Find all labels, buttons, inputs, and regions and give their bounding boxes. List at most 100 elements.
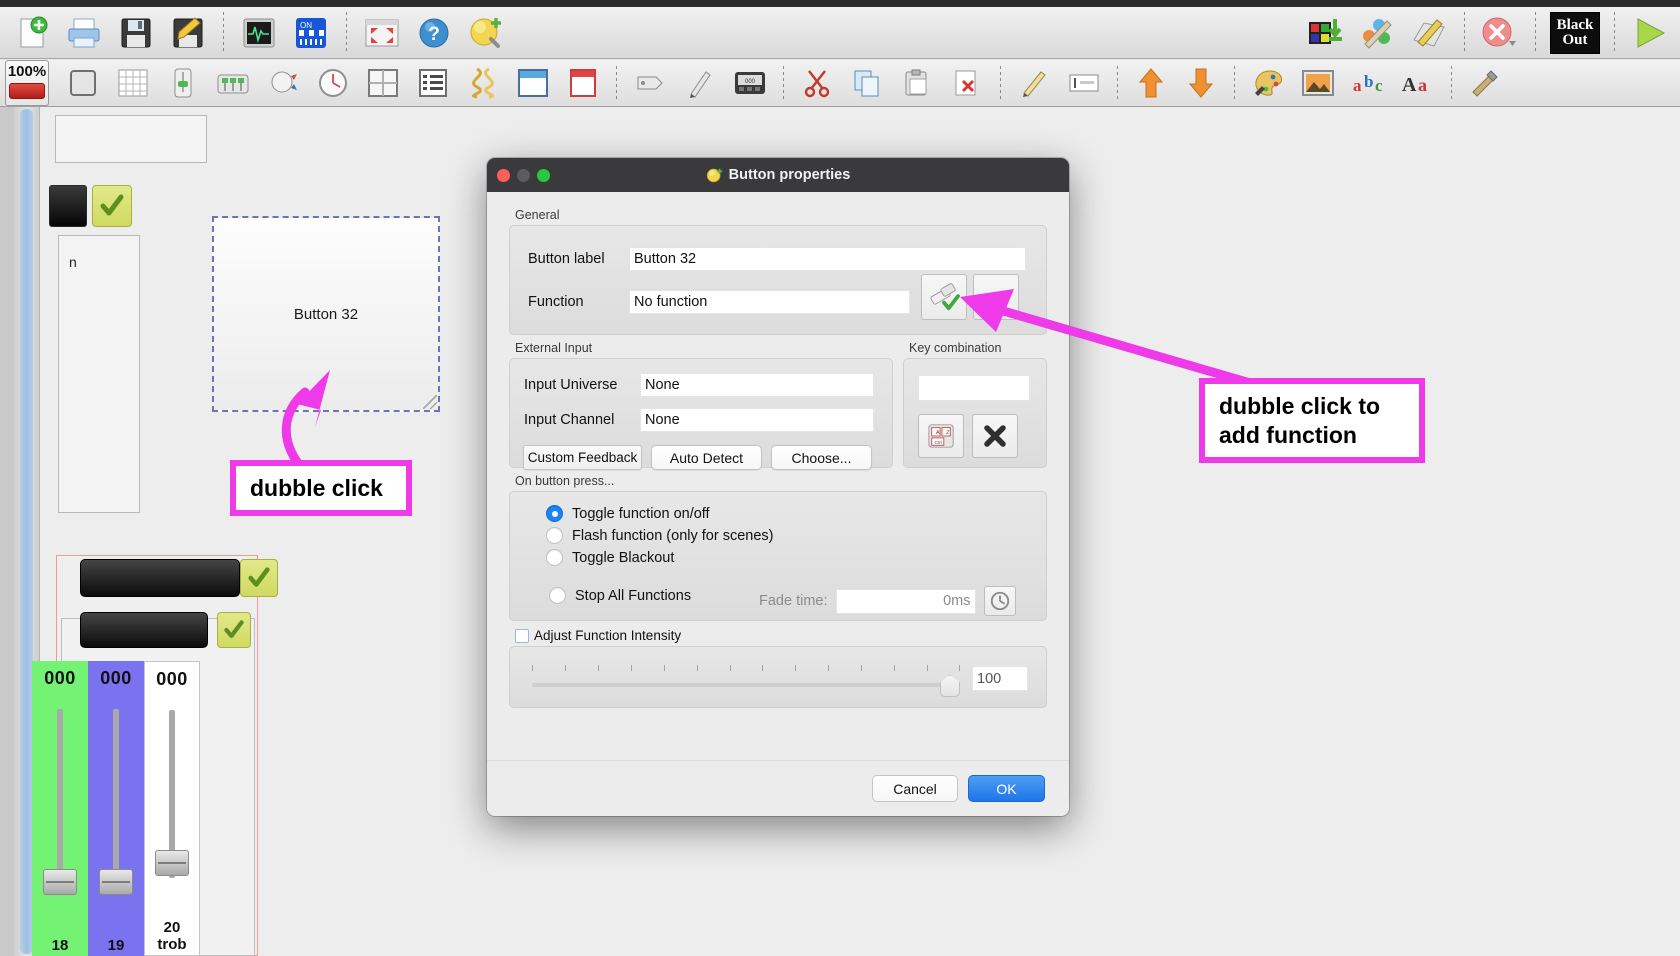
input-universe-select[interactable]: None (640, 373, 874, 397)
remove-icon[interactable] (1477, 11, 1523, 55)
intensity-slider-handle[interactable] (940, 675, 960, 697)
window-controls (497, 158, 550, 192)
paste-icon[interactable] (895, 63, 939, 103)
fader-19-knob[interactable] (99, 869, 133, 895)
list-widget-icon[interactable] (411, 63, 455, 103)
palette-pencil-icon[interactable] (1354, 11, 1400, 55)
button-label-input[interactable]: Button 32 (629, 247, 1026, 271)
tools-icon[interactable] (1463, 63, 1507, 103)
callout-1-text: dubble click (250, 474, 383, 501)
play-button[interactable] (1627, 11, 1673, 55)
dip-switch-icon[interactable]: ON (288, 11, 334, 55)
label-widget-icon[interactable] (628, 63, 672, 103)
resize-grip[interactable] (423, 395, 437, 409)
intensity-slider[interactable] (532, 655, 961, 699)
check-button-c[interactable] (217, 612, 251, 648)
font-icon[interactable]: A a (1396, 63, 1440, 103)
add-function-icon[interactable] (463, 11, 509, 55)
attach-function-icon[interactable] (921, 274, 967, 320)
xypad-widget-icon[interactable]: 000 (728, 63, 772, 103)
window-widget-icon[interactable] (511, 63, 555, 103)
custom-feedback-button[interactable]: Custom Feedback (523, 445, 642, 470)
general-group: Button label Button 32 Function No funct… (509, 225, 1047, 335)
blackout-button[interactable]: Black Out (1548, 11, 1602, 55)
dialog-body: General Button label Button 32 Function … (487, 192, 1069, 708)
toolbar-separator (783, 66, 784, 100)
move-down-icon[interactable] (1179, 63, 1223, 103)
blackout-label-line2: Out (1562, 31, 1588, 48)
foreground-color-icon[interactable]: a b c (1346, 63, 1390, 103)
button-widget-icon[interactable] (61, 63, 105, 103)
edit-document-icon[interactable] (1406, 11, 1452, 55)
adjust-intensity-checkbox[interactable]: Adjust Function Intensity (515, 628, 1047, 643)
slider-widget-icon[interactable] (161, 63, 205, 103)
zoom-level-indicator[interactable]: 100% (5, 60, 49, 106)
button-widget-32[interactable]: Button 32 (212, 216, 440, 412)
fullscreen-icon[interactable] (359, 11, 405, 55)
frame-widget-top[interactable] (55, 115, 207, 163)
import-fixtures-icon[interactable] (1302, 11, 1348, 55)
fader-18[interactable]: 000 18 (32, 661, 88, 956)
svg-text:b: b (1364, 72, 1373, 91)
fader-20[interactable]: 000 20 trob (144, 661, 200, 956)
fader-18-knob[interactable] (43, 869, 77, 895)
detach-function-icon[interactable] (973, 274, 1019, 320)
check-button-a[interactable] (92, 185, 132, 227)
move-up-icon[interactable] (1129, 63, 1173, 103)
save-icon[interactable] (113, 11, 159, 55)
book-widget-icon[interactable] (561, 63, 605, 103)
button-matrix-icon[interactable] (111, 63, 155, 103)
input-channel-select[interactable]: None (640, 408, 874, 432)
clock-widget-icon[interactable] (311, 63, 355, 103)
new-document-icon[interactable] (9, 11, 55, 55)
copy-icon[interactable] (845, 63, 889, 103)
maximize-window-button[interactable] (537, 168, 550, 182)
print-icon[interactable] (61, 11, 107, 55)
knob-widget-icon[interactable] (261, 63, 305, 103)
pen-widget-icon[interactable] (678, 63, 722, 103)
function-input[interactable]: No function (629, 290, 910, 314)
cut-icon[interactable] (795, 63, 839, 103)
auto-detect-button[interactable]: Auto Detect (651, 445, 762, 470)
dialog-titlebar[interactable]: Button properties (487, 158, 1069, 192)
toolbar-separator (1451, 66, 1452, 100)
frame-widget-icon[interactable] (361, 63, 405, 103)
help-icon[interactable]: ? (411, 11, 457, 55)
radio-toggle-blackout[interactable]: Toggle Blackout (546, 549, 674, 566)
intensity-value-input[interactable]: 100 (972, 666, 1028, 691)
fader-19[interactable]: 000 19 (88, 661, 144, 956)
key-combination-group: A Z Ctrl (903, 358, 1047, 468)
function-caption: Function (528, 294, 584, 310)
keyboard-attach-icon[interactable]: A Z Ctrl (918, 414, 964, 458)
minimize-window-button[interactable] (517, 168, 530, 182)
dna-widget-icon[interactable] (461, 63, 505, 103)
fader-20-knob[interactable] (155, 850, 189, 876)
check-button-b[interactable] (240, 559, 278, 597)
delete-icon[interactable] (945, 63, 989, 103)
svg-text:?: ? (428, 24, 440, 45)
clock-icon[interactable] (983, 586, 1016, 616)
cancel-button[interactable]: Cancel (872, 775, 958, 802)
button-label-value: Button 32 (634, 251, 697, 267)
close-window-button[interactable] (497, 168, 510, 182)
save-as-icon[interactable] (165, 11, 211, 55)
background-image-icon[interactable] (1296, 63, 1340, 103)
slider-matrix-icon[interactable] (211, 63, 255, 103)
color-swatch-black[interactable] (49, 185, 87, 227)
radio-flash-function[interactable]: Flash function (only for scenes) (546, 527, 773, 544)
side-panel-widget[interactable]: n (58, 235, 140, 513)
toolbar-separator (1000, 66, 1001, 100)
choose-button[interactable]: Choose... (771, 445, 872, 470)
radio-stop-all-functions[interactable]: Stop All Functions (549, 587, 691, 604)
monitor-icon[interactable] (236, 11, 282, 55)
color-palette-icon[interactable] (1246, 63, 1290, 103)
radio-toggle-function[interactable]: Toggle function on/off (546, 505, 710, 522)
key-combination-input[interactable] (918, 375, 1030, 401)
properties-icon[interactable] (1062, 63, 1106, 103)
console-bar-2[interactable] (80, 612, 208, 648)
rename-icon[interactable] (1012, 63, 1056, 103)
console-bar-1[interactable] (80, 559, 240, 597)
fade-time-input[interactable]: 0ms (835, 588, 976, 614)
clear-key-icon[interactable] (972, 414, 1018, 458)
ok-button[interactable]: OK (968, 775, 1045, 802)
